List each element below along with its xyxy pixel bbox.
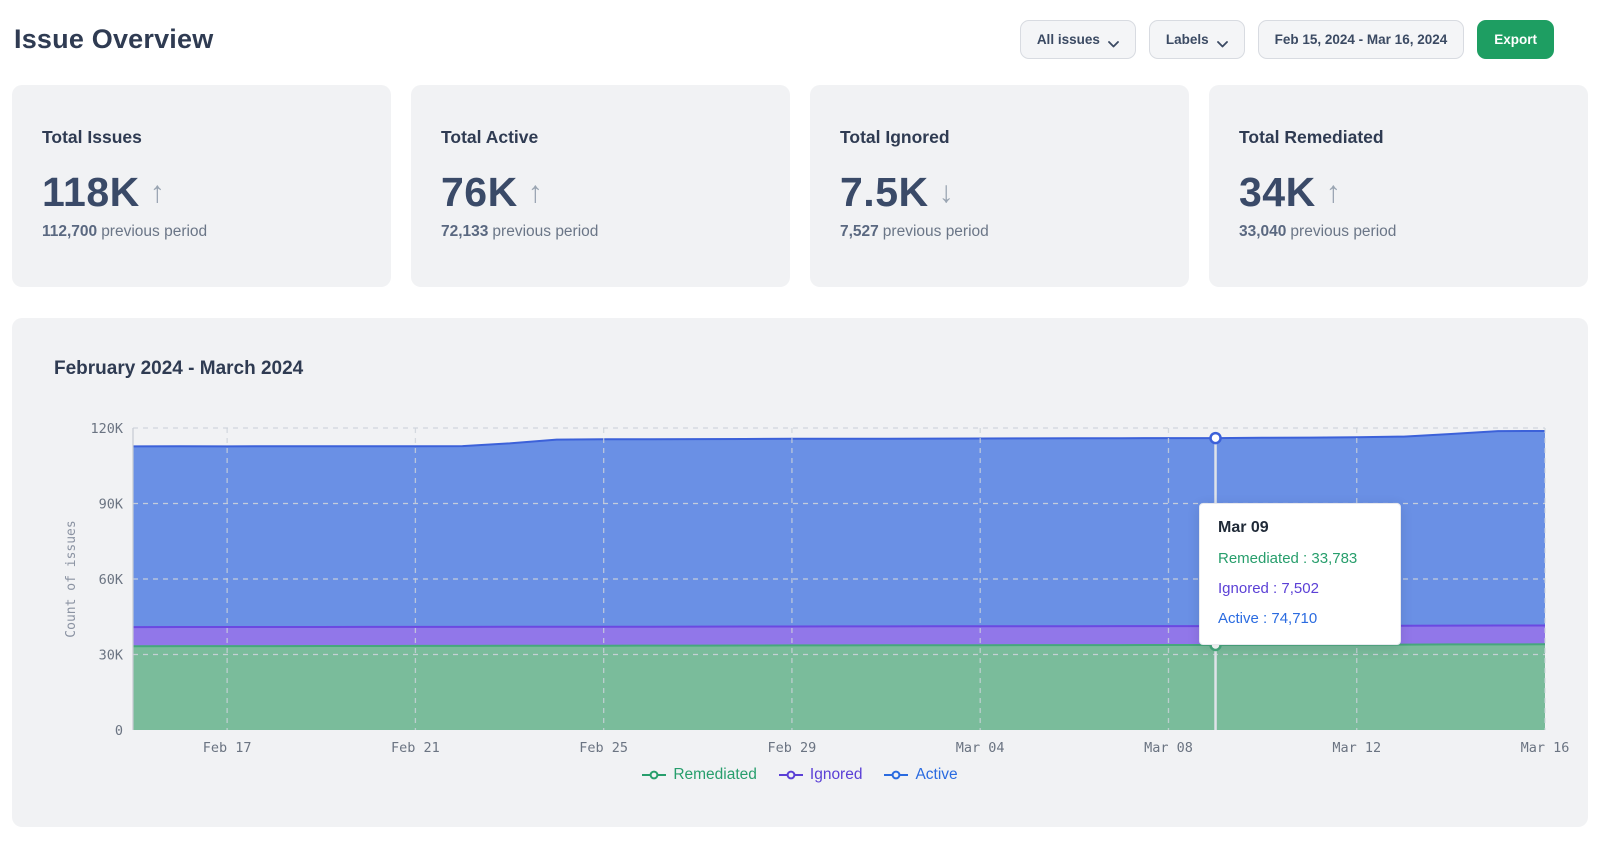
tooltip-row-remediated: Remediated : 33,783 <box>1218 550 1382 567</box>
legend-marker-icon <box>884 770 908 780</box>
header-controls: All issues Labels Feb 15, 2024 - Mar 16,… <box>1020 20 1586 59</box>
legend-item-ignored[interactable]: Ignored <box>779 766 863 784</box>
chart-title: February 2024 - March 2024 <box>54 358 303 380</box>
y-tick-label: 60K <box>99 572 124 588</box>
x-tick-label: Feb 25 <box>579 740 628 756</box>
header: Issue Overview All issues Labels Feb 15,… <box>0 0 1600 62</box>
x-tick-label: Feb 29 <box>768 740 817 756</box>
chevron-down-icon <box>1217 36 1228 43</box>
stat-previous: 33,040previous period <box>1239 223 1558 241</box>
stat-label: Total Active <box>441 127 760 148</box>
stats-row: Total Issues 118K ↑ 112,700previous peri… <box>12 85 1588 287</box>
legend-item-remediated[interactable]: Remediated <box>642 766 757 784</box>
legend-label: Active <box>915 766 957 784</box>
labels-dropdown-label: Labels <box>1166 32 1209 47</box>
legend-label: Remediated <box>673 766 757 784</box>
export-button[interactable]: Export <box>1477 20 1554 59</box>
stat-value: 118K <box>42 169 140 216</box>
trend-down-icon: ↓ <box>939 178 954 208</box>
stat-label: Total Ignored <box>840 127 1159 148</box>
x-tick-label: Mar 12 <box>1332 740 1381 756</box>
stat-previous: 112,700previous period <box>42 223 361 241</box>
all-issues-dropdown[interactable]: All issues <box>1020 20 1136 59</box>
legend-label: Ignored <box>810 766 863 784</box>
tooltip-row-active: Active : 74,710 <box>1218 610 1382 627</box>
chart-panel: February 2024 - March 2024 0 30K 60K 90K 120… <box>12 318 1588 827</box>
tooltip-row-ignored: Ignored : 7,502 <box>1218 580 1382 597</box>
stat-card-total-remediated: Total Remediated 34K ↑ 33,040previous pe… <box>1209 85 1588 287</box>
stat-value: 76K <box>441 169 518 216</box>
stat-card-total-active: Total Active 76K ↑ 72,133previous period <box>411 85 790 287</box>
trend-up-icon: ↑ <box>1326 178 1341 208</box>
stat-previous: 72,133previous period <box>441 223 760 241</box>
stat-value: 34K <box>1239 169 1316 216</box>
x-tick-label: Mar 16 <box>1521 740 1570 756</box>
chart-legend: Remediated Ignored Active <box>12 766 1588 784</box>
date-range-label: Feb 15, 2024 - Mar 16, 2024 <box>1275 32 1448 47</box>
page-title: Issue Overview <box>14 24 213 55</box>
y-tick-label: 90K <box>99 497 124 513</box>
x-tick-label: Feb 17 <box>203 740 252 756</box>
trend-up-icon: ↑ <box>528 178 543 208</box>
stat-card-total-issues: Total Issues 118K ↑ 112,700previous peri… <box>12 85 391 287</box>
stat-previous: 7,527previous period <box>840 223 1159 241</box>
y-tick-label: 120K <box>90 421 123 437</box>
stat-value: 7.5K <box>840 169 929 216</box>
legend-marker-icon <box>642 770 666 780</box>
date-range-button[interactable]: Feb 15, 2024 - Mar 16, 2024 <box>1258 20 1465 59</box>
issue-overview-page: Issue Overview All issues Labels Feb 15,… <box>0 0 1600 857</box>
y-tick-label: 0 <box>115 723 123 739</box>
chevron-down-icon <box>1108 36 1119 43</box>
y-tick-label: 30K <box>99 648 124 664</box>
stat-label: Total Issues <box>42 127 361 148</box>
labels-dropdown[interactable]: Labels <box>1149 20 1245 59</box>
stat-label: Total Remediated <box>1239 127 1558 148</box>
x-tick-label: Mar 08 <box>1144 740 1193 756</box>
legend-item-active[interactable]: Active <box>884 766 957 784</box>
tooltip-date: Mar 09 <box>1218 519 1382 537</box>
chart-tooltip: Mar 09 Remediated : 33,783 Ignored : 7,50… <box>1199 503 1401 645</box>
x-tick-label: Feb 21 <box>391 740 440 756</box>
trend-up-icon: ↑ <box>150 178 165 208</box>
stat-card-total-ignored: Total Ignored 7.5K ↓ 7,527previous perio… <box>810 85 1189 287</box>
x-tick-label: Mar 04 <box>956 740 1005 756</box>
hover-marker-active <box>1211 433 1221 443</box>
y-axis-title: Count of issues <box>64 520 79 637</box>
legend-marker-icon <box>779 770 803 780</box>
all-issues-dropdown-label: All issues <box>1037 32 1100 47</box>
area-remediated <box>133 644 1545 730</box>
